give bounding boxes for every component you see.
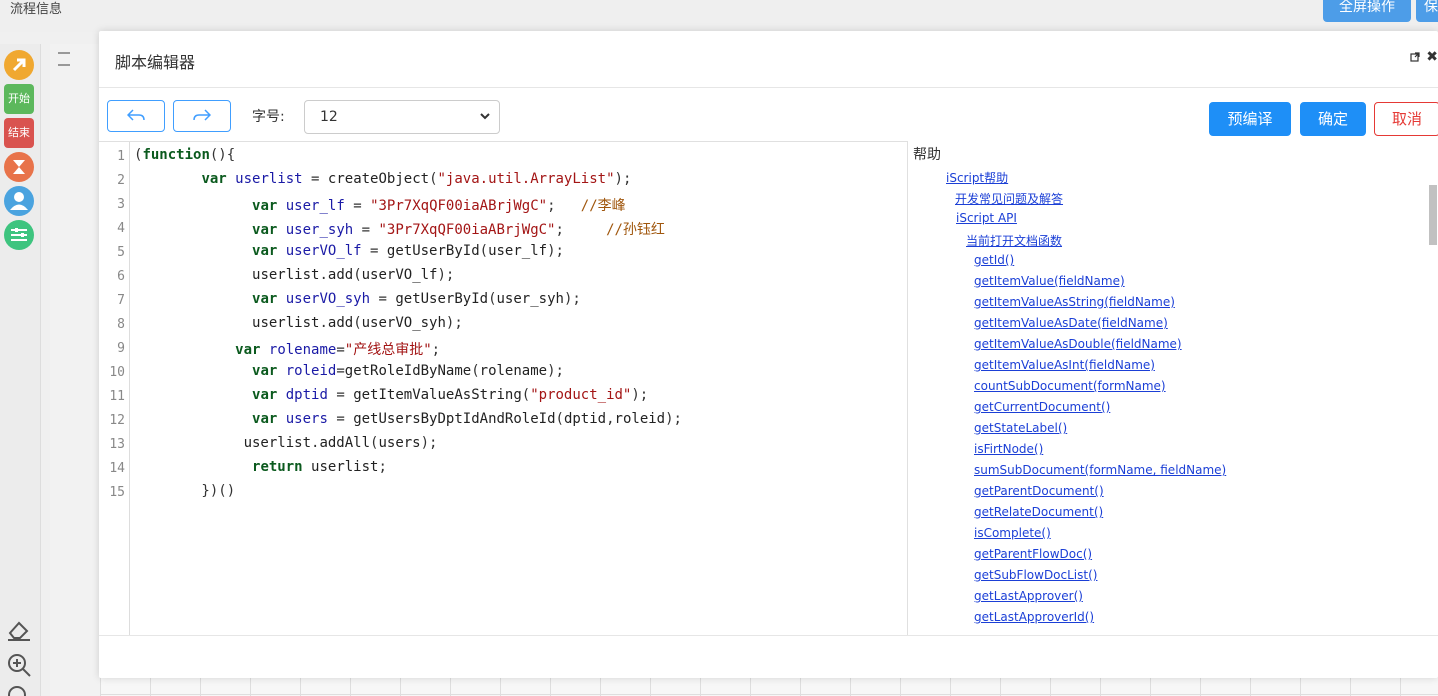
code-line[interactable]: return userlist; (134, 459, 387, 475)
code-line[interactable]: var users = getUsersByDptIdAndRoleId(dpt… (134, 411, 682, 427)
start-node-tool[interactable]: 开始 (4, 84, 34, 114)
line-number: 12 (109, 413, 125, 428)
zoom-in-icon[interactable] (6, 652, 32, 678)
help-link[interactable]: getCurrentDocument() (974, 400, 1110, 414)
help-link[interactable]: getSubFlowDocList() (974, 568, 1097, 582)
font-size-value: 12 (320, 109, 338, 125)
code-line[interactable]: (function(){ (134, 147, 235, 163)
end-node-tool[interactable]: 结束 (4, 118, 34, 148)
help-title: 帮助 (913, 147, 941, 163)
code-line[interactable]: var userlist = createObject("java.util.A… (134, 171, 631, 187)
eraser-icon[interactable] (6, 619, 32, 641)
line-number: 5 (117, 245, 125, 260)
dialog-footer (99, 635, 1438, 679)
zoom-out-icon[interactable] (6, 684, 32, 696)
close-icon[interactable]: ✖ (1426, 49, 1438, 65)
start-node-label: 开始 (8, 92, 30, 105)
help-link[interactable]: getId() (974, 253, 1014, 267)
help-panel: 帮助 iScript帮助开发常见问题及解答 iScript API 当前打开文档函数… (908, 141, 1438, 635)
dialog-header: 脚本编辑器 ✖ (99, 31, 1438, 88)
font-size-select[interactable]: 12 (304, 100, 500, 134)
code-line[interactable]: var userVO_syh = getUserById(user_syh); (134, 291, 581, 307)
line-number: 1 (117, 149, 125, 164)
help-link[interactable]: getItemValueAsInt(fieldName) (974, 358, 1155, 372)
help-link[interactable]: iScript帮助 (946, 169, 1008, 186)
help-link[interactable]: getItemValueAsDouble(fieldName) (974, 337, 1182, 351)
help-scrollbar[interactable] (1428, 165, 1438, 635)
help-link[interactable]: getItemValue(fieldName) (974, 274, 1125, 288)
help-link[interactable]: isFirtNode() (974, 442, 1043, 456)
arrow-tool-icon[interactable] (4, 50, 34, 80)
dialog-title: 脚本编辑器 (115, 53, 196, 72)
precompile-button[interactable]: 预编译 (1209, 102, 1291, 136)
help-link[interactable]: getLastApprover() (974, 589, 1083, 603)
code-line[interactable]: var user_lf = "3Pr7XqQF00iaABrjWgC"; //李… (134, 195, 626, 215)
help-link[interactable]: getParentFlowDoc() (974, 547, 1092, 561)
user-node-icon[interactable] (4, 186, 34, 216)
code-line[interactable]: })() (134, 483, 235, 499)
line-number: 3 (117, 197, 125, 212)
line-number: 14 (109, 461, 125, 476)
line-number: 11 (109, 389, 125, 404)
code-line[interactable]: userlist.add(userVO_syh); (134, 315, 463, 331)
line-number: 10 (109, 365, 125, 380)
fullscreen-button[interactable]: 全屏操作 (1323, 0, 1411, 22)
line-number: 4 (117, 221, 125, 236)
code-editor[interactable]: 1 2 3 4 5 6 7 8 9 10 11 12 13 14 15 (function(){ var u… (99, 141, 908, 636)
help-link[interactable]: iScript API (956, 211, 1017, 225)
cancel-button[interactable]: 取消 (1374, 102, 1438, 136)
line-number: 9 (117, 341, 125, 356)
code-line[interactable]: userlist.addAll(users); (134, 435, 438, 451)
redo-icon (193, 109, 211, 121)
canvas-ruler (50, 44, 101, 696)
line-number-gutter: 1 2 3 4 5 6 7 8 9 10 11 12 13 14 15 (99, 142, 130, 636)
help-link[interactable]: getRelateDocument() (974, 505, 1103, 519)
help-scrollbar-thumb[interactable] (1429, 185, 1437, 245)
tool-palette: 开始 结束 (0, 44, 41, 696)
help-link[interactable]: getParentDocument() (974, 484, 1104, 498)
font-size-label: 字号: (252, 109, 285, 125)
code-line[interactable]: var user_syh = "3Pr7XqQF00iaABrjWgC"; //… (134, 219, 665, 239)
ruler-handle-icon[interactable] (58, 52, 70, 66)
help-tree: iScript帮助开发常见问题及解答 iScript API 当前打开文档函数 get… (908, 165, 1428, 635)
help-link[interactable]: sumSubDocument(formName, fieldName) (974, 463, 1226, 477)
confirm-button[interactable]: 确定 (1300, 102, 1366, 136)
app-header: 流程信息 全屏操作 保 (0, 0, 1438, 32)
line-number: 15 (109, 485, 125, 500)
help-link[interactable]: countSubDocument(formName) (974, 379, 1166, 393)
maximize-icon[interactable] (1410, 51, 1420, 65)
line-number: 8 (117, 317, 125, 332)
line-number: 13 (109, 437, 125, 452)
undo-icon (127, 109, 145, 121)
process-info-title: 流程信息 (10, 2, 63, 17)
redo-button[interactable] (173, 100, 231, 132)
help-link[interactable]: 开发常见问题及解答 (955, 190, 1063, 207)
help-link[interactable]: getItemValueAsDate(fieldName) (974, 316, 1168, 330)
help-link[interactable]: getStateLabel() (974, 421, 1067, 435)
help-link[interactable]: getItemValueAsString(fieldName) (974, 295, 1175, 309)
line-number: 6 (117, 269, 125, 284)
gateway-node-icon[interactable] (4, 220, 34, 250)
line-number: 7 (117, 293, 125, 308)
line-number: 2 (117, 173, 125, 188)
auto-node-icon[interactable] (4, 152, 34, 182)
editor-toolbar: 字号: 12 预编译 确定 取消 (99, 88, 1438, 140)
help-link[interactable]: getLastApproverId() (974, 610, 1094, 624)
code-line[interactable]: userlist.add(userVO_lf); (134, 267, 454, 283)
help-link[interactable]: isComplete() (974, 526, 1051, 540)
code-line[interactable]: var roleid=getRoleIdByName(rolename); (134, 363, 564, 379)
code-line[interactable]: var rolename="产线总审批"; (134, 339, 440, 359)
code-line[interactable]: var dptid = getItemValueAsString("produc… (134, 387, 648, 403)
chevron-down-icon (480, 113, 490, 120)
code-line[interactable]: var userVO_lf = getUserById(user_lf); (134, 243, 564, 259)
script-editor-dialog: 脚本编辑器 ✖ 字号: 12 预编译 确定 取消 1 2 3 4 5 6 7 8 9 10 11 12… (99, 31, 1438, 678)
save-button[interactable]: 保 (1416, 0, 1438, 22)
undo-button[interactable] (107, 100, 165, 132)
end-node-label: 结束 (8, 126, 30, 139)
help-link[interactable]: 当前打开文档函数 (966, 232, 1062, 249)
